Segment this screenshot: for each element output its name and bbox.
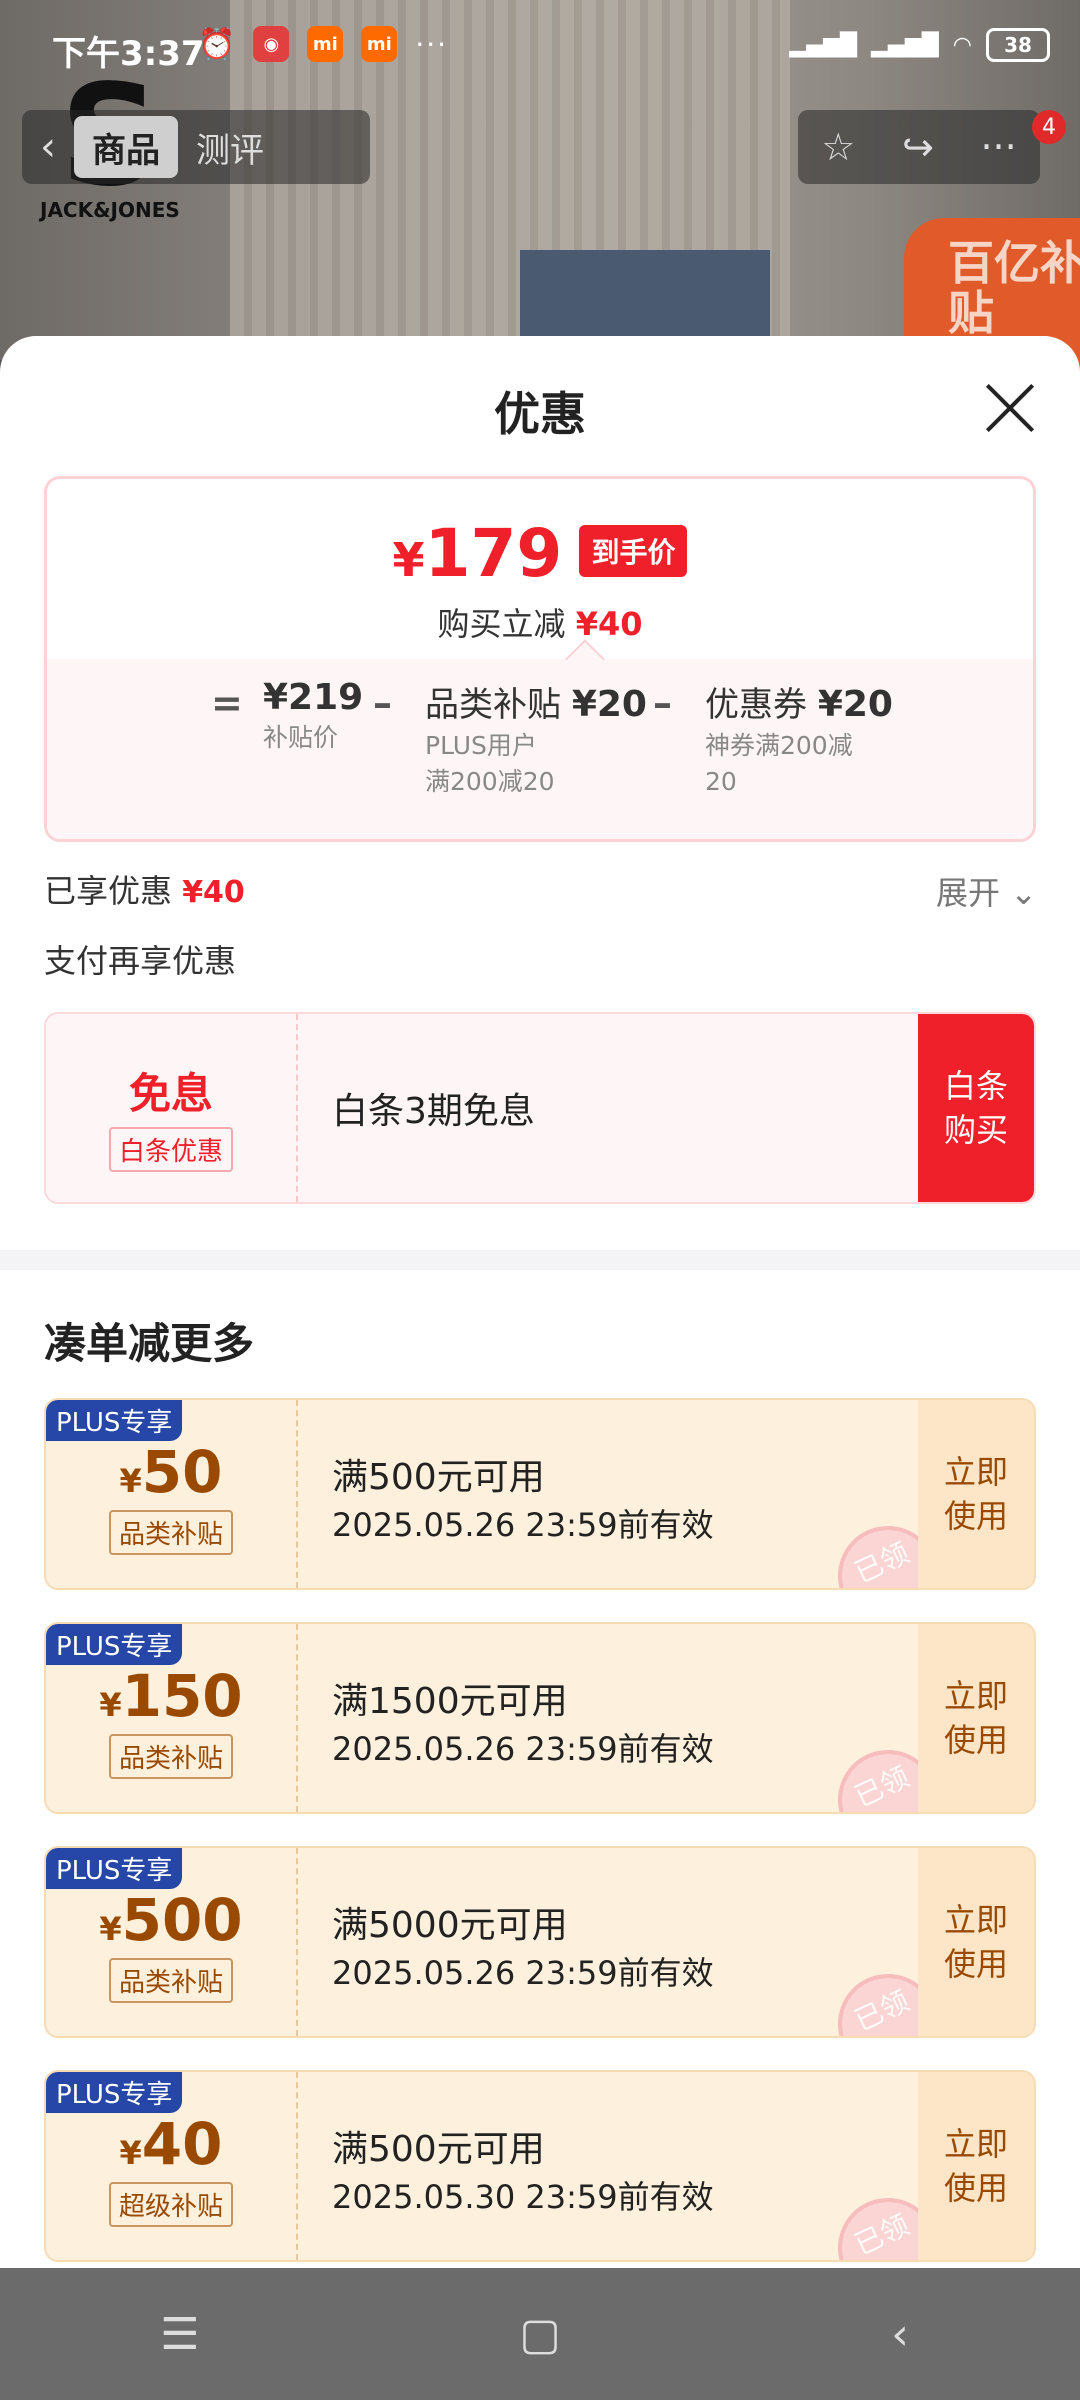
coupon-value: 150 [121,1662,243,1730]
signal-icon: ▂▄▆█ [789,32,858,58]
back-icon[interactable]: ‹ [860,2294,940,2374]
status-bar: 下午3:37 ⏰ ◉ mi mi ··· ▂▄▆█ ▂▄▆█ ◠ 38 [0,0,1080,100]
status-time: 下午3:37 [52,34,205,74]
use-coupon-button[interactable]: 立即 使用 [918,1624,1034,1812]
signal-icon: ▂▄▆█ [871,32,939,58]
tab-product[interactable]: 商品 [74,116,178,178]
brand-text: JACK&JONES [40,198,180,222]
minus-sign: – [653,681,672,725]
alarm-icon: ⏰ [198,26,236,62]
battery-icon: 38 [986,28,1050,62]
back-icon[interactable]: ‹ [22,110,74,184]
reduce-label: 购买立减 [437,605,566,643]
coupon-value: 500 [121,1886,243,1954]
breakdown-category-subsidy: 品类补贴 ¥20 PLUS用户 满200减20 [425,684,647,796]
chevron-down-icon: ⌄ [1000,874,1037,912]
coupon-card: ¥500 品类补贴 PLUS专享 满5000元可用 2025.05.26 23:… [44,1846,1036,2038]
top-nav-tabs: ‹ 商品 测评 [22,110,370,184]
app-notif-icon: ◉ [253,26,290,62]
baitiao-small-label: 白条优惠 [108,1127,233,1172]
coupon-card: ¥150 品类补贴 PLUS专享 满1500元可用 2025.05.26 23:… [44,1622,1036,1814]
coupon-category: 超级补贴 [108,2182,233,2227]
mi-app-icon: mi [361,26,398,62]
breakdown-coupon: 优惠券 ¥20 神券满200减 20 [705,684,893,796]
more-icon[interactable]: ··· [980,125,1016,169]
more-discount-title: 凑单减更多 [44,1319,255,1368]
coupon-condition: 满500元可用 [332,2129,545,2170]
coupon-value: 40 [141,2110,223,2178]
coupon-condition: 满5000元可用 [332,1905,568,1946]
menu-icon[interactable]: ☰ [140,2294,220,2374]
enjoyed-discount: 已享优惠 ¥40 [44,872,245,910]
coupon-expiry: 2025.05.30 23:59前有效 [332,2178,714,2216]
sheet-title: 优惠 [494,387,586,441]
baitiao-big-label: 免息 [128,1069,213,1118]
plus-badge: PLUS专享 [46,1624,183,1665]
use-coupon-button[interactable]: 立即 使用 [918,2072,1034,2260]
plus-badge: PLUS专享 [46,1400,183,1441]
final-price: 179 [424,515,563,592]
notification-badge: 4 [1032,110,1066,144]
price-currency: ¥ [392,533,425,587]
system-nav-bar: ☰ ▢ ‹ [0,2268,1080,2400]
baitiao-buy-button[interactable]: 白条 购买 [918,1014,1034,1202]
pay-discount-title: 支付再享优惠 [44,942,237,980]
baitiao-offer: 免息 白条优惠 白条3期免息 白条 购买 [44,1012,1036,1204]
use-coupon-button[interactable]: 立即 使用 [918,1400,1034,1588]
minus-sign: – [373,681,392,725]
coupon-category: 品类补贴 [108,1510,233,1555]
section-divider [0,1250,1080,1270]
coupon-expiry: 2025.05.26 23:59前有效 [332,1506,714,1544]
price-card: ¥179 到手价 购买立减 ¥40 = ¥219 补贴价 – 品类补贴 ¥20 … [44,476,1036,842]
star-icon[interactable]: ☆ [821,125,855,169]
share-icon[interactable]: ↪ [902,125,934,169]
plus-badge: PLUS专享 [46,2072,183,2113]
baitiao-desc: 白条3期免息 [332,1091,535,1132]
coupon-condition: 满500元可用 [332,1457,545,1498]
use-coupon-button[interactable]: 立即 使用 [918,1848,1034,2036]
tab-review[interactable]: 测评 [178,116,282,178]
final-price-tag: 到手价 [579,525,688,577]
price-breakdown: = ¥219 补贴价 – 品类补贴 ¥20 PLUS用户 满200减20 – 优… [47,639,1033,839]
close-icon[interactable] [982,380,1038,436]
coupon-category: 品类补贴 [108,1958,233,2003]
more-notif-icon: ··· [415,27,449,61]
coupon-card: ¥50 品类补贴 PLUS专享 满500元可用 2025.05.26 23:59… [44,1398,1036,1590]
discount-sheet: 优惠 ¥179 到手价 购买立减 ¥40 = ¥219 补贴价 – 品类补贴 ¥… [0,336,1080,2268]
reduce-amount: ¥40 [575,605,643,643]
coupon-value: 50 [141,1438,223,1506]
wifi-icon: ◠ [952,32,972,58]
breakdown-base: ¥219 补贴价 [263,677,364,752]
coupon-card: ¥40 超级补贴 PLUS专享 满500元可用 2025.05.30 23:59… [44,2070,1036,2262]
home-icon[interactable]: ▢ [500,2294,580,2374]
top-actions: ☆ ↪ ··· [798,110,1040,184]
expand-button[interactable]: 展开 ⌄ [936,868,1037,914]
mi-app-icon: mi [307,26,344,62]
equals-sign: = [211,681,243,725]
coupon-expiry: 2025.05.26 23:59前有效 [332,1954,714,1992]
coupon-condition: 满1500元可用 [332,1681,568,1722]
plus-badge: PLUS专享 [46,1848,183,1889]
coupon-expiry: 2025.05.26 23:59前有效 [332,1730,714,1768]
coupon-category: 品类补贴 [108,1734,233,1779]
